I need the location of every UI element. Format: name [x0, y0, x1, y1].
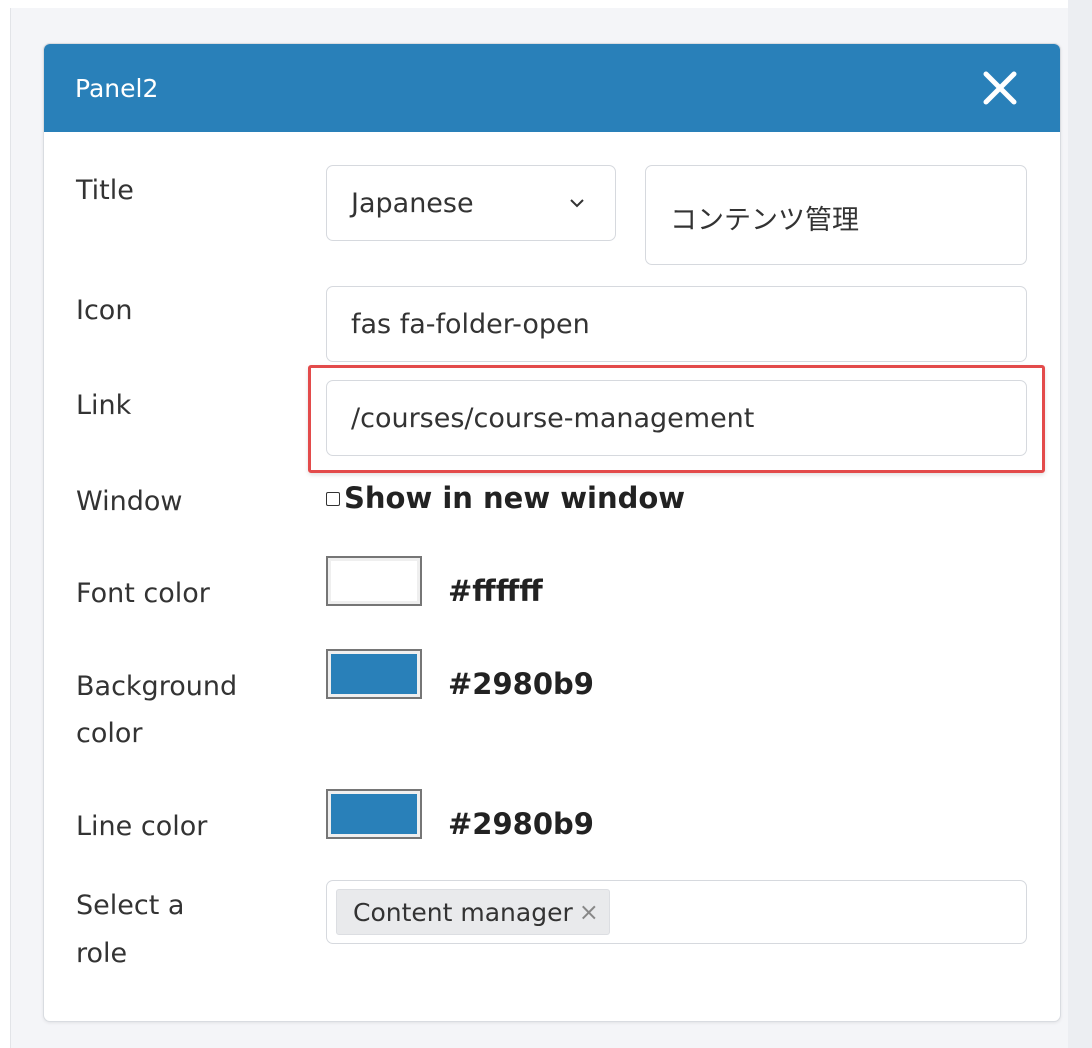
background-color-picker[interactable]: [326, 649, 422, 699]
new-window-option[interactable]: Show in new window: [326, 481, 685, 515]
close-icon: [983, 71, 1017, 105]
new-window-checkbox[interactable]: [326, 492, 340, 506]
icon-label: Icon: [76, 295, 133, 326]
top-strip: [10, 0, 1068, 8]
font-color-label: Font color: [76, 578, 210, 609]
line-color-swatch: [331, 794, 417, 834]
chevron-down-icon: [570, 199, 584, 208]
role-tag-remove-icon[interactable]: ×: [579, 898, 599, 926]
role-label-line2: role: [76, 938, 128, 969]
link-input[interactable]: /courses/course-management: [326, 380, 1027, 456]
line-color-value: #2980b9: [448, 807, 594, 841]
background-color-label-line2: color: [76, 718, 143, 749]
left-edge: [0, 0, 11, 1048]
link-label: Link: [76, 390, 132, 421]
background-color-value: #2980b9: [448, 667, 594, 701]
panel-header: Panel2: [44, 44, 1060, 132]
role-tag: Content manager ×: [336, 889, 610, 935]
link-input-value: /courses/course-management: [351, 402, 755, 434]
role-label: Select a: [76, 890, 185, 921]
language-select-value: Japanese: [351, 187, 474, 219]
right-scroll-area: [1068, 0, 1092, 1048]
title-input[interactable]: コンテンツ管理: [645, 165, 1027, 265]
panel-editor: Panel2 Title Japanese コンテンツ管理 Icon fas f…: [43, 43, 1061, 1022]
role-multiselect[interactable]: Content manager ×: [326, 880, 1027, 944]
background-color-label: Background: [76, 671, 238, 702]
role-tag-label: Content manager: [353, 897, 573, 927]
background-color-swatch: [331, 654, 417, 694]
font-color-swatch: [331, 561, 417, 601]
line-color-picker[interactable]: [326, 789, 422, 839]
new-window-checkbox-label: Show in new window: [344, 481, 686, 515]
font-color-value: #ffffff: [448, 574, 543, 608]
title-label: Title: [76, 175, 134, 206]
line-color-label: Line color: [76, 811, 208, 842]
font-color-picker[interactable]: [326, 556, 422, 606]
icon-input-value: fas fa-folder-open: [351, 308, 590, 340]
panel-title: Panel2: [75, 73, 159, 103]
title-input-value: コンテンツ管理: [670, 204, 859, 236]
language-select[interactable]: Japanese: [326, 165, 616, 241]
close-button[interactable]: [980, 68, 1020, 108]
window-label: Window: [76, 486, 183, 517]
icon-input[interactable]: fas fa-folder-open: [326, 286, 1027, 362]
